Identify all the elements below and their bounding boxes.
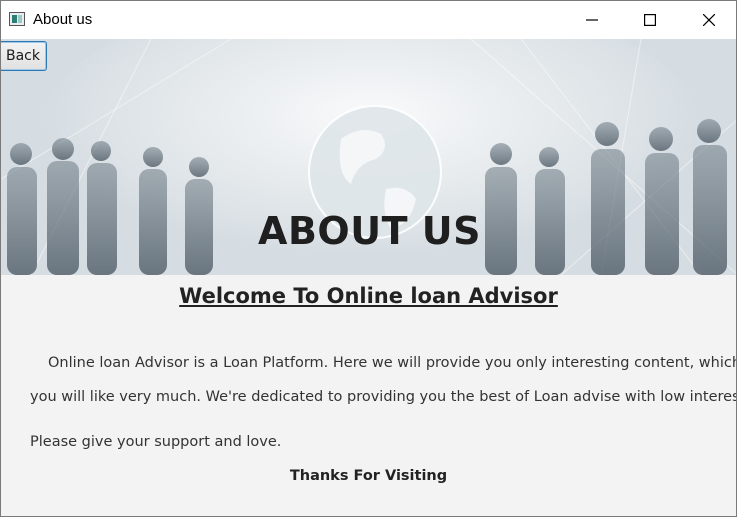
back-button[interactable]: Back <box>1 41 47 71</box>
app-icon <box>9 12 25 26</box>
support-text: Please give your support and love. <box>30 434 282 450</box>
close-icon <box>703 14 715 26</box>
banner-title: ABOUT US <box>258 209 481 253</box>
maximize-button[interactable] <box>621 1 679 39</box>
maximize-icon <box>644 14 656 26</box>
about-text-line-1: Online loan Advisor is a Loan Platform. … <box>48 355 737 371</box>
title-bar: About us <box>1 1 736 39</box>
welcome-heading: Welcome To Online loan Advisor <box>179 284 558 308</box>
about-text-line-2: you will like very much. We're dedicated… <box>30 389 737 405</box>
about-banner-image: ABOUT US <box>1 39 736 275</box>
about-us-window: About us ABOUT US Back Welcome To Online… <box>0 0 737 517</box>
minimize-icon <box>586 19 598 21</box>
close-button[interactable] <box>680 1 736 39</box>
window-title: About us <box>33 11 93 28</box>
minimize-button[interactable] <box>563 1 621 39</box>
thanks-text: Thanks For Visiting <box>289 468 448 484</box>
